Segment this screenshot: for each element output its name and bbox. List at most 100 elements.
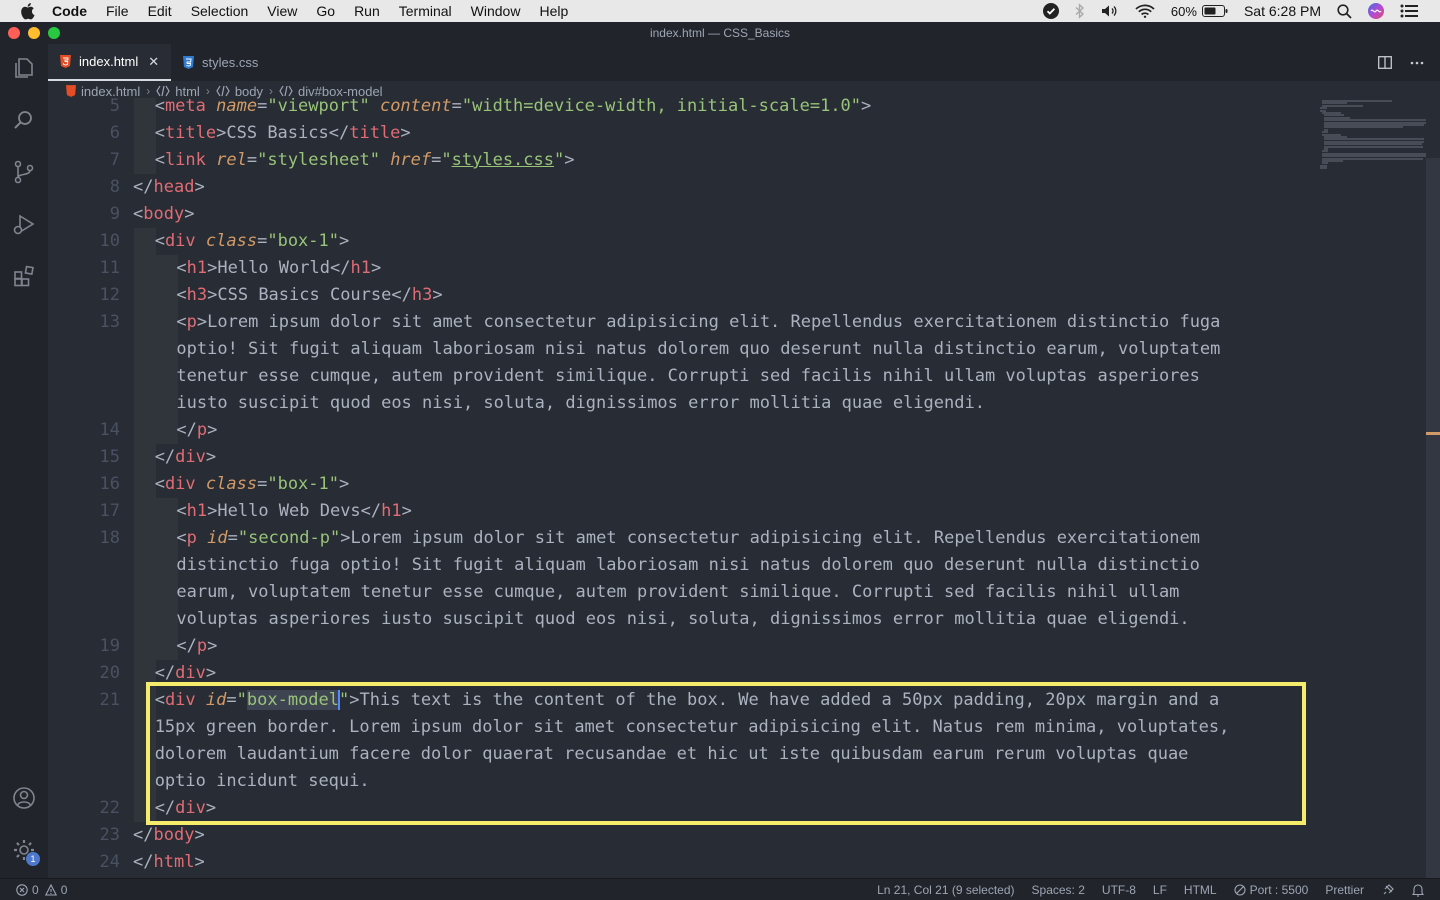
- code-line[interactable]: <h3>CSS Basics Course</h3>: [176, 282, 442, 309]
- explorer-icon[interactable]: [0, 48, 48, 88]
- menu-help[interactable]: Help: [539, 3, 568, 19]
- code-line[interactable]: </head>: [133, 174, 205, 201]
- accounts-icon[interactable]: [0, 778, 48, 818]
- line-number: 11: [99, 258, 120, 278]
- code-line[interactable]: <meta name="viewport" content="width=dev…: [155, 98, 872, 120]
- tab-index-html[interactable]: index.html ✕: [48, 44, 171, 81]
- code-token: class: [205, 474, 258, 494]
- code-token: >: [205, 447, 217, 467]
- code-line[interactable]: <title>CSS Basics</title>: [155, 120, 411, 147]
- code-line[interactable]: iusto suscipit quod eos nisi, soluta, di…: [176, 390, 985, 417]
- menu-view[interactable]: View: [267, 3, 297, 19]
- menu-terminal[interactable]: Terminal: [399, 3, 452, 19]
- close-window-button[interactable]: [8, 27, 20, 39]
- split-editor-icon[interactable]: [1378, 56, 1392, 69]
- close-tab-icon[interactable]: ✕: [148, 54, 159, 70]
- code-token: </: [360, 501, 382, 521]
- code-token: div: [175, 663, 206, 683]
- more-actions-icon[interactable]: [1410, 61, 1424, 65]
- menu-file[interactable]: File: [106, 3, 129, 19]
- code-token: name: [216, 98, 258, 116]
- menu-edit[interactable]: Edit: [148, 3, 172, 19]
- code-token: <: [154, 98, 165, 116]
- notifications-bell-icon[interactable]: [1412, 883, 1424, 897]
- code-line[interactable]: <div class="box-1">: [155, 228, 350, 255]
- menu-run[interactable]: Run: [354, 3, 380, 19]
- minimize-window-button[interactable]: [28, 27, 40, 39]
- cursor-position[interactable]: Ln 21, Col 21 (9 selected): [877, 883, 1014, 897]
- menu-selection[interactable]: Selection: [191, 3, 249, 19]
- source-control-icon[interactable]: [0, 152, 48, 192]
- code-token: Lorem ipsum dolor sit amet consectetur a…: [350, 528, 1200, 548]
- battery-icon[interactable]: [1201, 5, 1228, 17]
- code-line[interactable]: tenetur esse cumque, autem provident sim…: [176, 363, 1200, 390]
- breadcrumb-file[interactable]: index.html: [66, 84, 140, 99]
- minimap-line: [1322, 104, 1363, 107]
- code-line[interactable]: </body>: [133, 822, 205, 849]
- code-line[interactable]: <div class="box-1">: [155, 471, 350, 498]
- search-icon[interactable]: [0, 100, 48, 140]
- code-line[interactable]: <h1>Hello Web Devs</h1>: [176, 498, 412, 525]
- tab-styles-css[interactable]: styles.css: [171, 44, 291, 81]
- code-line[interactable]: <h1>Hello World</h1>: [176, 255, 381, 282]
- code-token: >: [207, 636, 218, 656]
- code-line[interactable]: <p>Lorem ipsum dolor sit amet consectetu…: [176, 309, 1220, 336]
- code-line[interactable]: voluptas asperiores iusto suscipit quod …: [176, 606, 1189, 633]
- line-number: 5: [109, 98, 120, 116]
- indent-guide: [134, 228, 156, 471]
- code-line[interactable]: distinctio fuga optio! Sit fugit aliquam…: [176, 552, 1200, 579]
- code-line[interactable]: optio! Sit fugit aliquam laboriosam nisi…: [176, 336, 1220, 363]
- end-of-line[interactable]: LF: [1153, 883, 1167, 897]
- menu-window[interactable]: Window: [471, 3, 521, 19]
- code-line[interactable]: </div>: [155, 444, 216, 471]
- code-token: </: [391, 285, 412, 305]
- settings-gear-icon[interactable]: 1: [0, 830, 48, 870]
- run-debug-icon[interactable]: [0, 204, 48, 244]
- notification-center-icon[interactable]: [1400, 4, 1418, 18]
- code-token: rel: [216, 150, 247, 170]
- zoom-window-button[interactable]: [48, 27, 60, 39]
- breadcrumb-html[interactable]: html: [156, 84, 200, 99]
- html5-file-icon: [60, 55, 71, 68]
- menubar-clock[interactable]: Sat 6:28 PM: [1244, 3, 1321, 19]
- vertical-scrollbar[interactable]: [1426, 158, 1440, 878]
- live-server-port[interactable]: Port : 5500: [1234, 883, 1308, 897]
- prettier-formatter[interactable]: Prettier: [1325, 883, 1364, 897]
- code-token: title: [164, 123, 217, 143]
- code-token: </: [154, 663, 176, 683]
- code-line[interactable]: earum, voluptatem tenetur esse cumque, a…: [176, 579, 1179, 606]
- volume-icon[interactable]: [1101, 4, 1119, 18]
- checkmark-status-icon[interactable]: [1042, 3, 1059, 19]
- code-line[interactable]: </p>: [176, 633, 217, 660]
- spotlight-search-icon[interactable]: [1337, 3, 1352, 19]
- battery-percent[interactable]: 60%: [1171, 4, 1197, 19]
- indentation-setting[interactable]: Spaces: 2: [1032, 883, 1085, 897]
- breadcrumb-body[interactable]: body: [216, 84, 263, 99]
- extensions-icon[interactable]: [0, 256, 48, 296]
- code-line[interactable]: <p id="second-p">Lorem ipsum dolor sit a…: [176, 525, 1200, 552]
- code-token: styles.css: [451, 150, 554, 170]
- language-mode[interactable]: HTML: [1184, 883, 1217, 897]
- editor-tab-bar: index.html ✕ styles.css: [48, 44, 1440, 81]
- bluetooth-icon[interactable]: [1075, 3, 1085, 19]
- menu-app-code[interactable]: Code: [52, 3, 87, 19]
- macos-menubar: Code File Edit Selection View Go Run Ter…: [0, 0, 1440, 22]
- line-number: 9: [109, 204, 120, 224]
- code-token: >: [340, 528, 351, 548]
- code-token: CSS Basics Course: [217, 285, 392, 305]
- siri-icon[interactable]: [1368, 3, 1384, 19]
- problems-indicator[interactable]: 0 0: [16, 883, 67, 897]
- code-line[interactable]: </p>: [176, 417, 217, 444]
- wifi-icon[interactable]: [1135, 4, 1155, 18]
- code-line[interactable]: <body>: [133, 201, 194, 228]
- line-number: 22: [99, 798, 120, 818]
- minimap[interactable]: [1316, 98, 1426, 178]
- apple-icon[interactable]: [19, 2, 37, 20]
- code-line[interactable]: </html>: [133, 849, 205, 876]
- breadcrumb-div-box-model[interactable]: div#box-model: [279, 84, 383, 99]
- menu-go[interactable]: Go: [316, 3, 335, 19]
- line-number: 23: [99, 825, 120, 845]
- file-encoding[interactable]: UTF-8: [1102, 883, 1136, 897]
- code-line[interactable]: <link rel="stylesheet" href="styles.css"…: [155, 147, 575, 174]
- feedback-icon[interactable]: [1381, 883, 1395, 897]
